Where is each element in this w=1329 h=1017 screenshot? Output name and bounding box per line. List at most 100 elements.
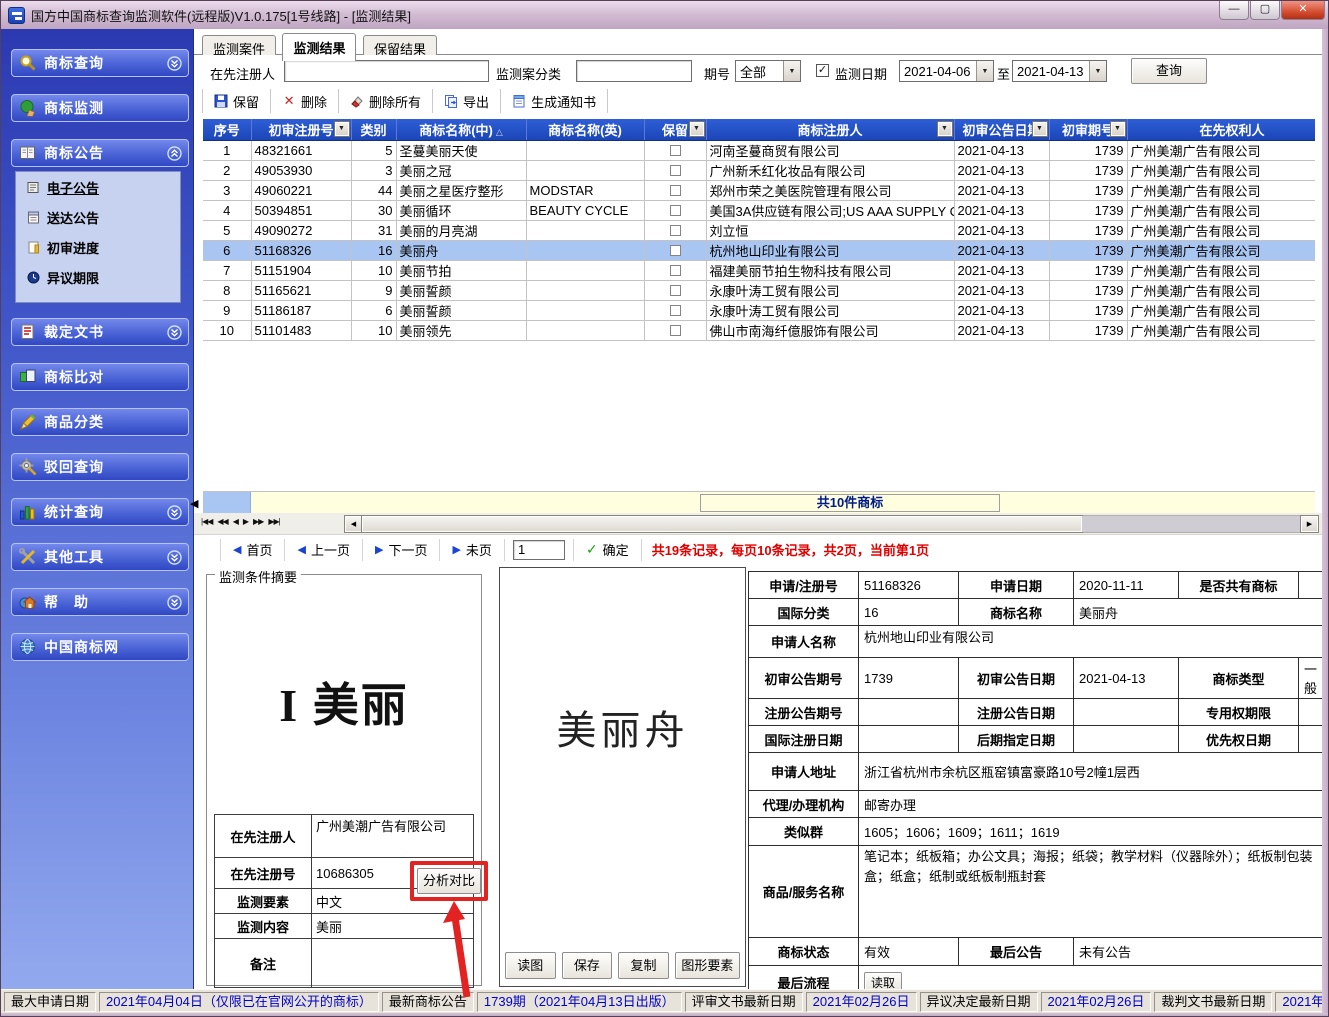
- header-reg-no[interactable]: 初审注册号▼: [251, 119, 351, 140]
- prior-registrant-input[interactable]: [284, 60, 489, 82]
- delete-all-button[interactable]: 删除所有: [339, 89, 433, 113]
- sidebar-item-trademark-search[interactable]: 商标查询: [11, 49, 189, 77]
- table-row[interactable]: 75115190410美丽节拍福建美丽节拍生物科技有限公司2021-04-131…: [203, 260, 1315, 280]
- last-page-button[interactable]: ▶未页: [440, 539, 504, 561]
- page-number-input[interactable]: [513, 540, 565, 560]
- header-keep[interactable]: 保留▼: [644, 119, 706, 140]
- submenu-item-electronic-gazette[interactable]: 电子公告: [16, 172, 180, 202]
- chevron-down-icon[interactable]: [167, 505, 182, 520]
- sidebar-item-trademark-compare[interactable]: 商标比对: [11, 363, 189, 391]
- table-row[interactable]: 1483216615圣蔓美丽天使河南圣蔓商贸有限公司2021-04-131739…: [203, 140, 1315, 160]
- scrollbar-track[interactable]: [1082, 516, 1301, 532]
- sidebar-item-rejection-query[interactable]: 驳回查询: [11, 453, 189, 481]
- header-prior[interactable]: 在先权利人: [1127, 119, 1315, 140]
- scroll-left-icon[interactable]: ◀: [345, 516, 362, 532]
- table-row[interactable]: 8511656219美丽誓颜永康叶涛工贸有限公司2021-04-131739广州…: [203, 280, 1315, 300]
- case-category-input[interactable]: [576, 60, 692, 82]
- read-image-button[interactable]: 读图: [505, 952, 556, 979]
- header-name-cn[interactable]: 商标名称(中)△: [396, 119, 526, 140]
- sort-dropdown-icon[interactable]: ▼: [690, 122, 704, 136]
- sidebar-item-statistics-query[interactable]: 统计查询: [11, 498, 189, 526]
- sort-dropdown-icon[interactable]: ▼: [1111, 122, 1125, 136]
- table-row[interactable]: 105110148310美丽领先佛山市南海纤億服饰有限公司2021-04-131…: [203, 320, 1315, 340]
- header-class[interactable]: 类别: [351, 119, 396, 140]
- submenu-item-preliminary-progress[interactable]: 初审进度: [16, 232, 180, 262]
- period-select[interactable]: 全部 ▼: [735, 60, 801, 82]
- keep-checkbox[interactable]: [670, 165, 681, 176]
- keep-checkbox[interactable]: [670, 285, 681, 296]
- forward-icon[interactable]: ▶: [241, 515, 250, 528]
- submenu-item-opposition-deadline[interactable]: 异议期限: [16, 262, 180, 292]
- delete-button[interactable]: ✕ 删除: [271, 89, 339, 113]
- tab-monitor-results[interactable]: 监测结果: [282, 33, 356, 61]
- sidebar-item-china-trademark-web[interactable]: 中国商标网: [11, 633, 189, 661]
- maximize-button[interactable]: ▢: [1250, 1, 1280, 20]
- table-row[interactable]: 34906022144美丽之星医疗整形MODSTAR郑州市荣之美医院管理有限公司…: [203, 180, 1315, 200]
- close-button[interactable]: ✕: [1281, 1, 1325, 20]
- graphic-elements-button[interactable]: 图形要素: [675, 952, 740, 979]
- keep-checkbox[interactable]: [670, 185, 681, 196]
- header-pub-date[interactable]: 初审公告日期▼: [954, 119, 1049, 140]
- header-seq[interactable]: 序号: [203, 119, 251, 140]
- keep-checkbox[interactable]: [670, 205, 681, 216]
- scrollbar-thumb[interactable]: [362, 516, 1082, 532]
- keep-button[interactable]: 保留: [202, 89, 271, 113]
- copy-image-button[interactable]: 复制: [618, 952, 669, 979]
- chevron-down-icon[interactable]: [167, 56, 182, 71]
- table-row[interactable]: 54909027231美丽的月亮湖刘立恒2021-04-131739广州美潮广告…: [203, 220, 1315, 240]
- sort-dropdown-icon[interactable]: ▼: [938, 122, 952, 136]
- dropdown-arrow-icon[interactable]: ▼: [1089, 61, 1106, 81]
- keep-checkbox[interactable]: [670, 145, 681, 156]
- chevron-up-icon[interactable]: [167, 146, 182, 161]
- chevron-down-icon[interactable]: [167, 325, 182, 340]
- generate-notice-button[interactable]: 生成通知书: [501, 89, 608, 113]
- save-image-button[interactable]: 保存: [562, 952, 613, 979]
- next-page-button[interactable]: ▶下一页: [363, 539, 440, 561]
- goto-last-icon[interactable]: ▶▶|: [266, 515, 281, 528]
- sidebar-item-ruling-documents[interactable]: 裁定文书: [11, 318, 189, 346]
- chevron-down-icon[interactable]: [167, 595, 182, 610]
- keep-checkbox[interactable]: [670, 265, 681, 276]
- keep-checkbox[interactable]: [670, 225, 681, 236]
- header-registrant[interactable]: 商标注册人▼: [706, 119, 954, 140]
- dropdown-arrow-icon[interactable]: ▼: [976, 61, 993, 81]
- back-icon[interactable]: ◀: [231, 515, 240, 528]
- goto-first-icon[interactable]: |◀◀: [199, 515, 214, 528]
- date-from-select[interactable]: 2021-04-06 ▼: [899, 60, 994, 82]
- scroll-right-icon[interactable]: ▶: [1301, 516, 1318, 532]
- sidebar-item-trademark-gazette[interactable]: 商标公告: [11, 139, 189, 167]
- monitor-date-checkbox[interactable]: ✓: [816, 64, 829, 77]
- keep-checkbox[interactable]: [670, 245, 681, 256]
- date-to-select[interactable]: 2021-04-13 ▼: [1012, 60, 1107, 82]
- table-row[interactable]: 65116832616美丽舟杭州地山印业有限公司2021-04-131739广州…: [203, 240, 1315, 260]
- header-period[interactable]: 初审期号▼: [1049, 119, 1127, 140]
- first-page-button[interactable]: ◀首页: [220, 539, 285, 561]
- sidebar-item-trademark-monitor[interactable]: 商标监测: [11, 94, 189, 122]
- sidebar-item-help[interactable]: 帮 助: [11, 588, 189, 616]
- sort-dropdown-icon[interactable]: ▼: [1033, 122, 1047, 136]
- horizontal-scrollbar[interactable]: ◀ ▶: [344, 515, 1319, 533]
- submenu-item-delivery-gazette[interactable]: 送达公告: [16, 202, 180, 232]
- export-button[interactable]: 导出: [433, 89, 501, 113]
- max-app-date-value: 2021年04月04日（仅限已在官网公开的商标）: [99, 992, 379, 1012]
- dropdown-arrow-icon[interactable]: ▼: [783, 61, 800, 81]
- keep-checkbox[interactable]: [670, 305, 681, 316]
- keep-checkbox[interactable]: [670, 325, 681, 336]
- table-row[interactable]: 2490539303美丽之冠广州新禾红化妆品有限公司2021-04-131739…: [203, 160, 1315, 180]
- minimize-button[interactable]: —: [1219, 1, 1249, 20]
- analyze-compare-button[interactable]: 分析对比: [417, 868, 481, 894]
- fast-forward-icon[interactable]: ▶▶: [251, 515, 265, 528]
- splitter-collapse-icon[interactable]: ◀: [190, 497, 198, 510]
- table-row[interactable]: 45039485130美丽循环BEAUTY CYCLE美国3A供应链有限公司;U…: [203, 200, 1315, 220]
- fast-back-icon[interactable]: ◀◀: [215, 515, 229, 528]
- sidebar-item-other-tools[interactable]: 其他工具: [11, 543, 189, 571]
- prev-page-button[interactable]: ◀上一页: [285, 539, 362, 561]
- header-name-en[interactable]: 商标名称(英): [526, 119, 644, 140]
- chevron-down-icon[interactable]: [167, 550, 182, 565]
- query-button[interactable]: 查询: [1131, 58, 1207, 84]
- table-row[interactable]: 9511861876美丽誓颜永康叶涛工贸有限公司2021-04-131739广州…: [203, 300, 1315, 320]
- sidebar-item-goods-classification[interactable]: 商品分类: [11, 408, 189, 436]
- confirm-page-button[interactable]: ✓确定: [573, 539, 642, 561]
- sort-dropdown-icon[interactable]: ▼: [335, 122, 349, 136]
- count-bar: 共10件商标: [203, 491, 1315, 513]
